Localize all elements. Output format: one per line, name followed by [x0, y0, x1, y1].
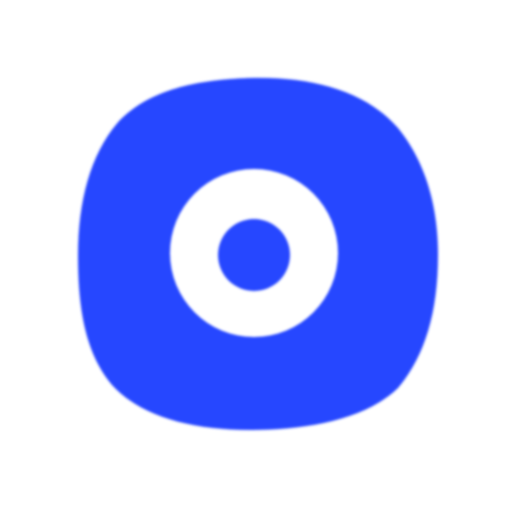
target-icon — [0, 0, 512, 512]
icon-center-dot — [218, 219, 290, 291]
app-icon-canvas — [0, 0, 512, 512]
